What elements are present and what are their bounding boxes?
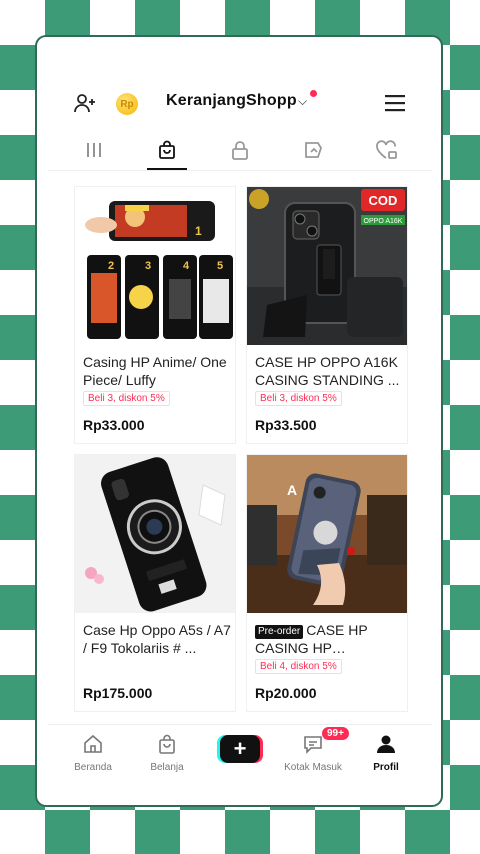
- svg-text:2: 2: [108, 260, 114, 272]
- shopping-bag-icon: [159, 734, 175, 754]
- promo-badge: Beli 3, diskon 5%: [83, 391, 170, 406]
- tab-tagged[interactable]: [285, 130, 341, 170]
- product-price: Rp33.000: [83, 417, 145, 433]
- product-price: Rp33.500: [255, 417, 317, 433]
- message-icon: [304, 736, 322, 754]
- top-bar: Rp KeranjangShopp ⌵: [48, 74, 432, 130]
- tab-videos[interactable]: [66, 130, 122, 170]
- create-button[interactable]: +: [220, 735, 260, 763]
- preorder-badge: Pre-order: [255, 625, 304, 639]
- heart-lock-icon: [376, 140, 397, 159]
- nav-home[interactable]: Beranda: [58, 733, 128, 773]
- product-card[interactable]: A Pre-orderCASE HP CASING HP SOFTCA... B…: [246, 454, 408, 712]
- product-title: Casing HP Anime/ One Piece/ Luffy: [83, 354, 227, 388]
- nav-shop[interactable]: Belanja: [132, 733, 202, 773]
- bookmark-tag-icon: [305, 142, 322, 158]
- svg-text:3: 3: [145, 260, 151, 272]
- product-price: Rp20.000: [255, 685, 317, 701]
- active-tab-indicator: [147, 168, 187, 170]
- tab-private[interactable]: [212, 130, 268, 170]
- product-image: COD OPPO A16K: [247, 187, 407, 345]
- svg-text:4: 4: [183, 260, 190, 272]
- product-image: 1 2 3 4 5: [75, 187, 235, 345]
- product-title: CASE HP OPPO A16K CASING STANDING ...: [255, 354, 400, 388]
- menu-icon[interactable]: [382, 90, 408, 116]
- grid-icon: [87, 143, 101, 157]
- product-card[interactable]: 1 2 3 4 5 Casing HP Anime/ One Piece/ Lu…: [74, 186, 236, 444]
- product-image: [75, 455, 235, 613]
- promo-badge: Beli 3, diskon 5%: [255, 391, 342, 406]
- product-price: Rp175.000: [83, 685, 153, 701]
- app-screen: Rp KeranjangShopp ⌵ 1 2 3 4 5 Casing HP …: [48, 74, 432, 790]
- nav-profile[interactable]: Profil: [351, 733, 421, 773]
- model-badge: OPPO A16K: [364, 218, 403, 225]
- promo-badge: Beli 4, diskon 5%: [255, 659, 342, 674]
- shopping-bag-icon: [159, 140, 175, 159]
- profile-tabs: [48, 130, 432, 171]
- inbox-count-badge: 99+: [322, 727, 349, 740]
- svg-text:1: 1: [195, 224, 202, 238]
- cod-badge: COD: [369, 193, 398, 208]
- product-card[interactable]: COD OPPO A16K CASE HP OPPO A16K CASING S…: [246, 186, 408, 444]
- profile-icon: [377, 735, 395, 753]
- tab-liked[interactable]: [358, 130, 414, 170]
- coin-icon[interactable]: Rp: [116, 93, 138, 115]
- svg-text:5: 5: [217, 260, 223, 272]
- tab-shop[interactable]: [139, 130, 195, 170]
- chevron-down-icon[interactable]: ⌵: [298, 94, 307, 109]
- product-card[interactable]: Case Hp Oppo A5s / A7 / F9 Tokolariis # …: [74, 454, 236, 712]
- nav-inbox[interactable]: 99+ Kotak Masuk: [278, 727, 349, 773]
- product-title: Pre-orderCASE HP CASING HP SOFTCA...: [255, 622, 368, 656]
- bottom-nav: Beranda Belanja + 99+ Kotak Masuk Profil: [48, 724, 432, 790]
- svg-text:A: A: [287, 482, 297, 498]
- notification-dot: [310, 90, 317, 97]
- product-title: Case Hp Oppo A5s / A7 / F9 Tokolariis # …: [83, 622, 231, 656]
- home-icon: [84, 734, 102, 753]
- lock-icon: [232, 141, 248, 160]
- product-image: A: [247, 455, 407, 613]
- shop-name[interactable]: KeranjangShopp: [166, 92, 297, 110]
- add-user-icon[interactable]: [72, 90, 98, 116]
